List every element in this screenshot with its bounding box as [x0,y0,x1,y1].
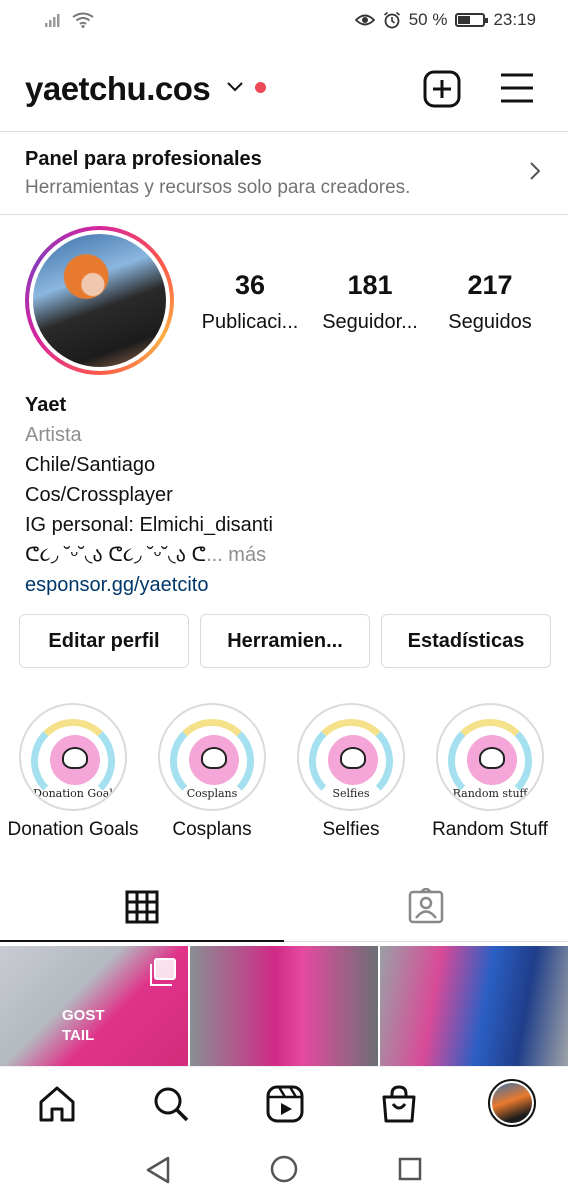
highlight-label: Selfies [322,819,380,840]
chevron-right-icon [530,162,540,180]
battery-icon [455,13,489,27]
eye-icon [354,14,375,26]
highlight-cover-text: Cosplans [186,787,238,800]
edit-profile-button[interactable]: Editar perfil [19,614,189,668]
professional-dashboard[interactable]: Panel para profesionales Herramientas y … [0,132,568,214]
bio: Yaet Artista Chile/Santiago Cos/Crosspla… [25,390,545,600]
skull-icon [62,747,88,769]
tagged-icon[interactable] [408,888,444,924]
bio-line-truncated: ᕦ૮◞ ˘ᵕ˘◟ა ᕦ૮◞ ˘ᵕ˘◟ა ᕦ... más [25,540,545,570]
followers-label: Seguidor... [322,311,418,333]
post-jacket-text: GOST TAIL [62,1007,105,1044]
category-label: Artista [25,424,82,446]
highlight-cover: Selfies [297,703,405,811]
grid-icon[interactable] [125,890,159,924]
system-navigation [0,1142,568,1200]
reels-icon[interactable] [266,1085,304,1123]
home-icon[interactable] [38,1085,76,1123]
highlight-cover-text: Random stuff [452,787,528,800]
posts-label: Publicaci... [201,311,299,333]
multiple-photos-icon [150,958,176,986]
profile-avatar-story-ring[interactable] [25,226,174,375]
recents-icon[interactable] [398,1157,422,1181]
highlight-donation-goals[interactable]: Donation Goal Donation Goals [3,703,143,841]
display-name: Yaet [25,394,67,416]
bio-line: IG personal: Elmichi_disanti [25,514,273,536]
profile-tabs [0,876,568,942]
pro-panel-title: Panel para profesionales [25,148,262,170]
highlight-random-stuff[interactable]: Random stuff Random Stuff [420,703,560,841]
bio-line: Chile/Santiago [25,454,156,476]
highlight-cover-text: Donation Goal [33,787,113,800]
highlight-label: Cosplans [172,819,252,840]
divider [0,214,568,215]
home-circle-icon[interactable] [270,1155,298,1183]
menu-icon[interactable] [499,72,535,104]
highlight-cover-text: Selfies [332,787,370,800]
highlight-cover: Donation Goal [19,703,127,811]
highlight-cover: Random stuff [436,703,544,811]
username[interactable]: yaetchu.cos [25,70,211,108]
alarm-icon [383,11,400,29]
chevron-down-icon[interactable] [227,82,243,92]
back-icon[interactable] [145,1156,171,1184]
wifi-icon [72,12,94,28]
active-tab-indicator [0,940,284,942]
highlight-label: Random Stuff [432,819,548,840]
clock: 23:19 [493,10,536,29]
shop-icon[interactable] [380,1085,418,1123]
signal-icon [45,14,60,27]
following-stat[interactable]: 217 Seguidos [430,270,550,334]
bio-line: Cos/Crossplayer [25,484,173,506]
following-label: Seguidos [448,311,532,333]
skull-icon [479,747,505,769]
posts-grid: GOST TAIL [0,946,568,1066]
posts-stat[interactable]: 36 Publicaci... [190,270,310,334]
profile-header: yaetchu.cos [0,60,568,120]
profile-photo [33,234,166,367]
posts-count: 36 [234,270,266,300]
post-thumbnail[interactable] [190,946,378,1066]
following-count: 217 [467,270,513,300]
notification-dot [255,82,266,93]
skull-icon [201,747,227,769]
profile-avatar[interactable] [488,1079,536,1127]
profile-stats: 36 Publicaci... 181 Seguidor... 217 Segu… [190,270,550,334]
search-icon[interactable] [152,1085,190,1123]
status-bar: 50 % 23:19 [0,0,568,44]
insights-button[interactable]: Estadísticas [381,614,551,668]
post-thumbnail[interactable] [380,946,568,1066]
pro-panel-subtitle: Herramientas y recursos solo para creado… [25,177,411,198]
followers-stat[interactable]: 181 Seguidor... [310,270,430,334]
followers-count: 181 [347,270,393,300]
highlight-cosplans[interactable]: Cosplans Cosplans [142,703,282,841]
highlight-label: Donation Goals [7,819,139,840]
profile-actions: Editar perfil Herramien... Estadísticas [19,614,551,668]
more-link[interactable]: ... más [206,544,266,566]
bottom-navigation [0,1066,568,1142]
post-thumbnail[interactable]: GOST TAIL [0,946,188,1066]
new-post-icon[interactable] [423,70,461,108]
bio-emoticons: ᕦ૮◞ ˘ᵕ˘◟ა ᕦ૮◞ ˘ᵕ˘◟ა ᕦ [25,544,207,566]
highlight-selfies[interactable]: Selfies Selfies [281,703,421,841]
bio-website-link[interactable]: esponsor.gg/yaetcito [25,570,545,600]
highlight-cover: Cosplans [158,703,266,811]
battery-percent: 50 % [408,10,448,29]
skull-icon [340,747,366,769]
tools-button[interactable]: Herramien... [200,614,370,668]
